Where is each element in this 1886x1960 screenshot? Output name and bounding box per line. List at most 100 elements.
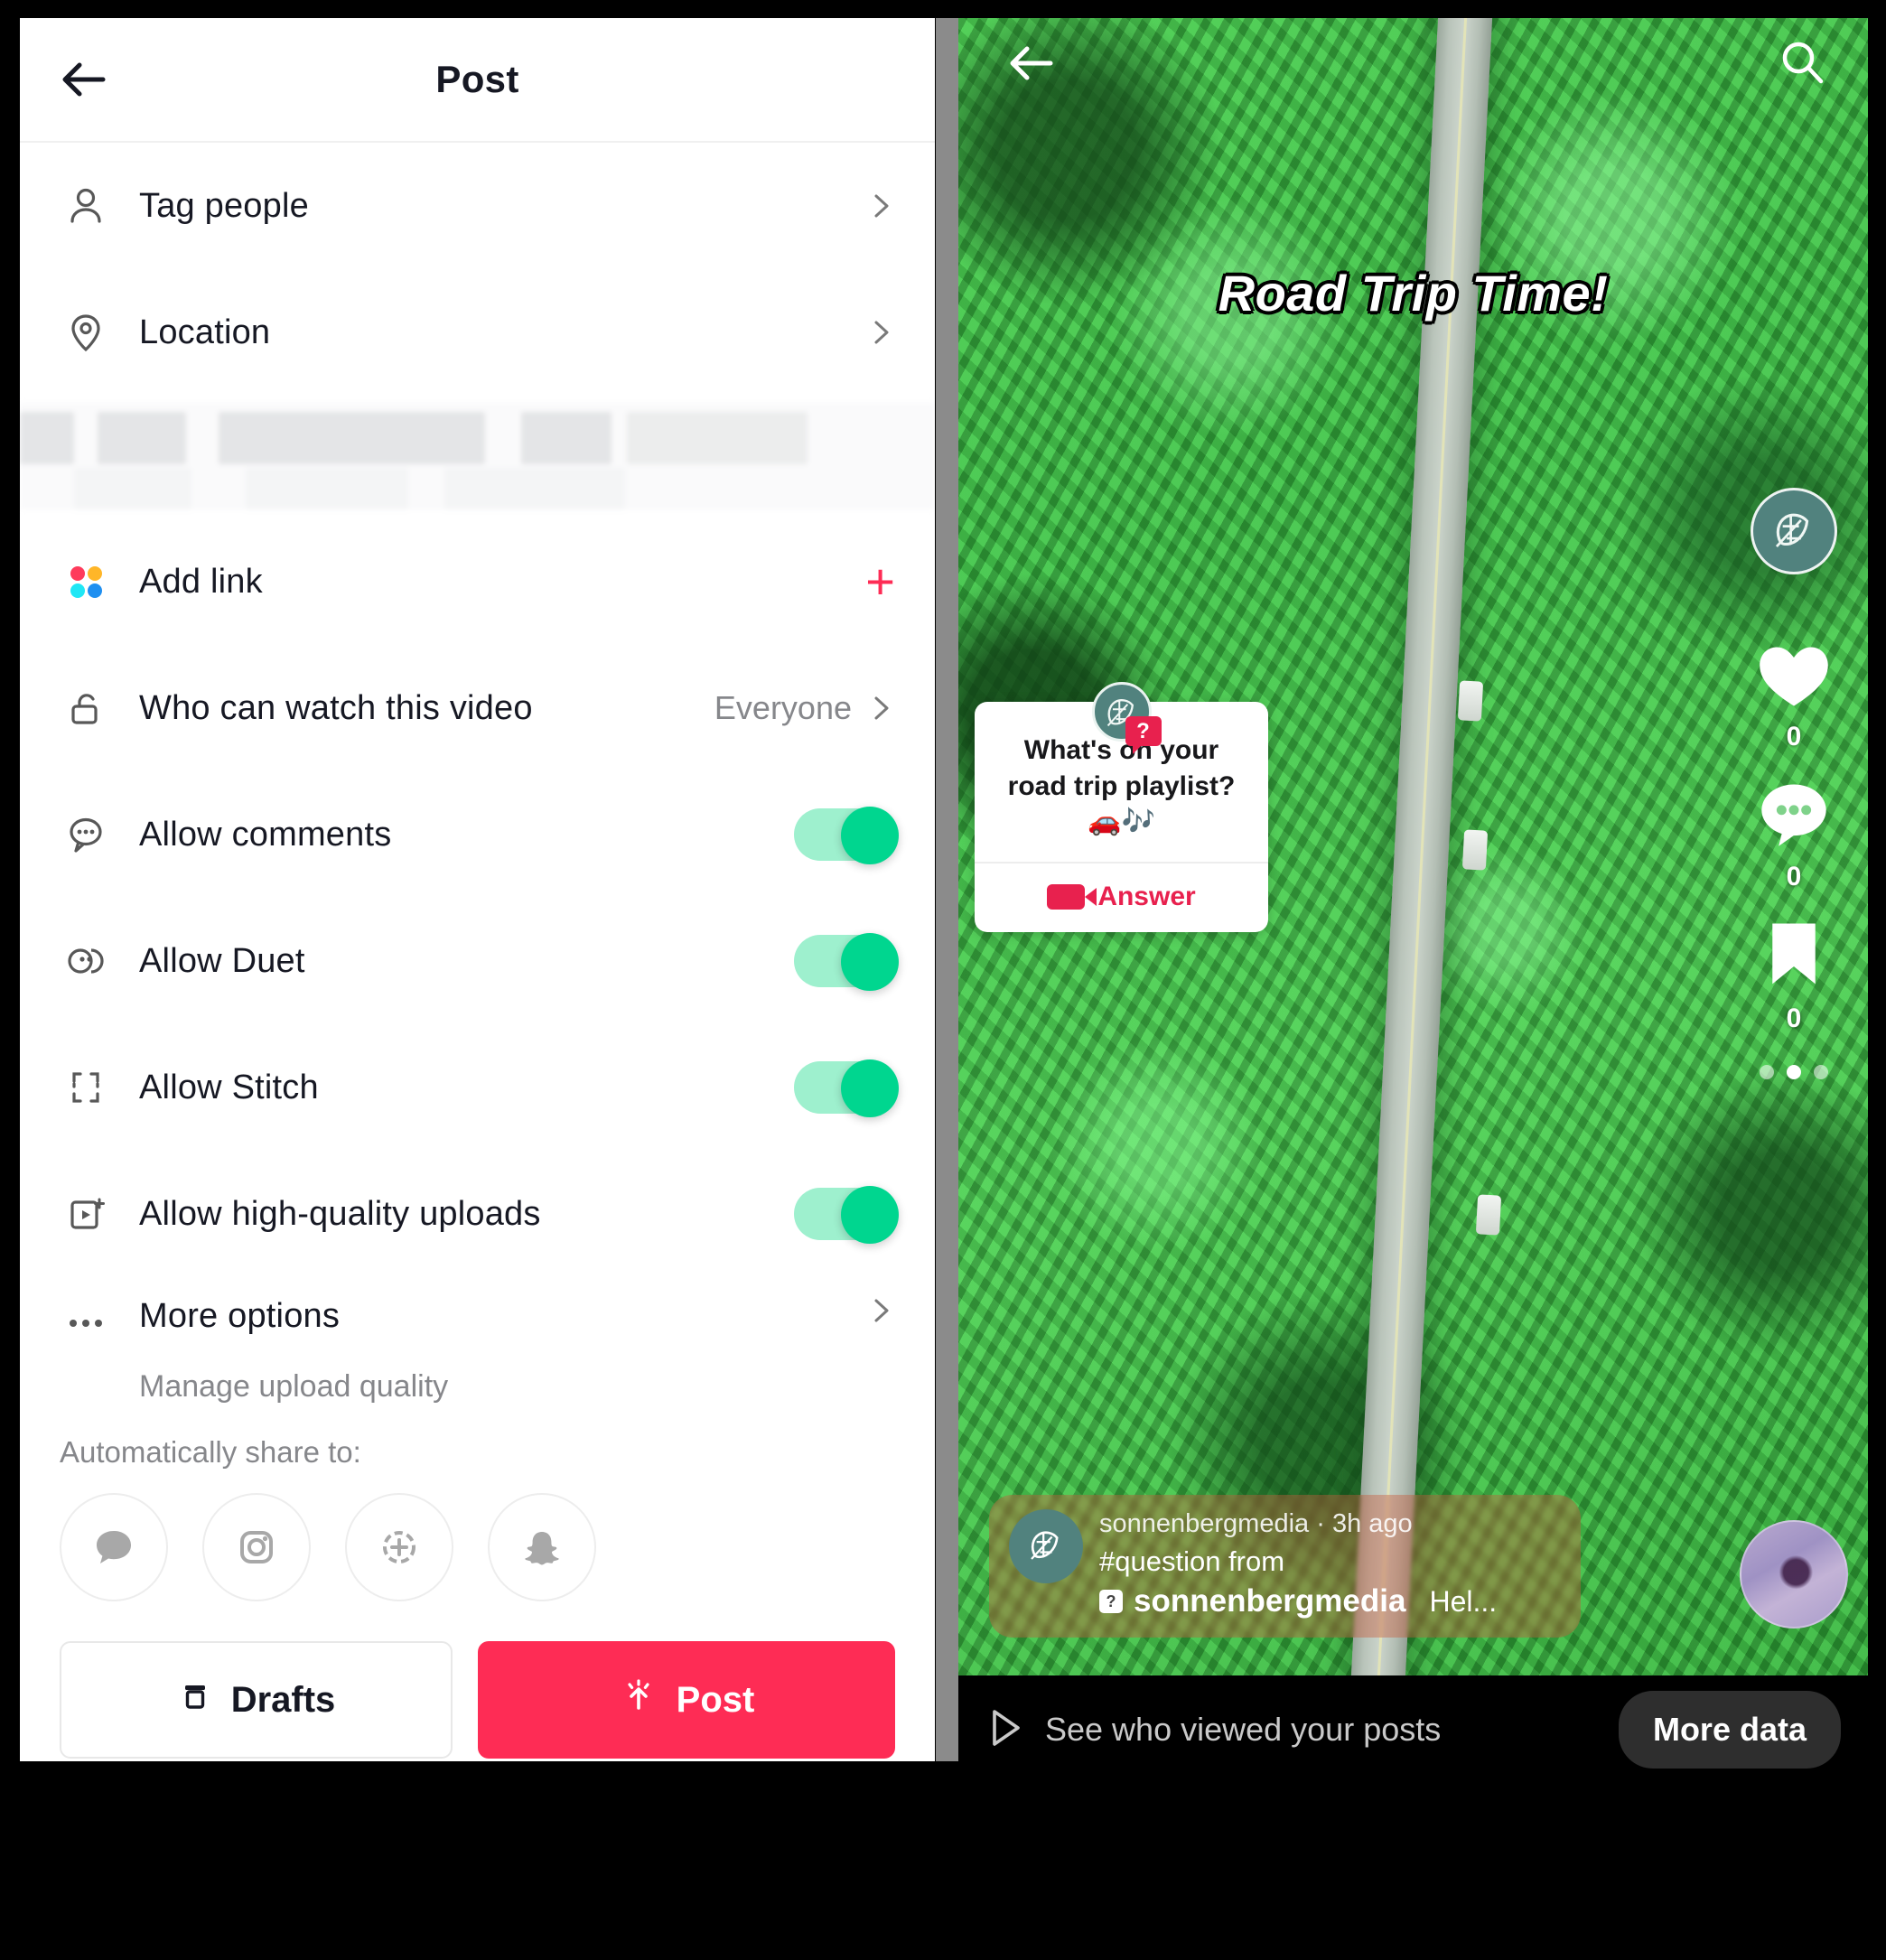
car-graphic xyxy=(1461,829,1489,871)
row-label: More options xyxy=(139,1297,341,1335)
four-dots-icon xyxy=(60,555,112,608)
toggle-allow-duet[interactable] xyxy=(794,933,899,991)
row-label: Who can watch this video xyxy=(139,688,533,727)
caption-avatar[interactable] xyxy=(1009,1509,1083,1584)
post-settings-panel: Post Tag people Location Add link + Who … xyxy=(20,18,935,1761)
comment-button[interactable]: 0 xyxy=(1731,778,1857,892)
pagination-dot[interactable] xyxy=(1760,1065,1774,1079)
chevron-right-icon xyxy=(868,319,895,346)
video-bottom-bar: See who viewed your posts More data xyxy=(958,1675,1868,1784)
row-allow-hq-uploads[interactable]: Allow high-quality uploads xyxy=(20,1151,935,1277)
instagram-icon[interactable] xyxy=(202,1493,311,1601)
duet-icon xyxy=(60,935,112,987)
search-icon[interactable] xyxy=(1776,36,1828,89)
unlock-icon xyxy=(60,682,112,734)
drafts-box-icon xyxy=(177,1677,213,1722)
like-button[interactable]: 0 xyxy=(1731,641,1857,752)
carousel-pagination xyxy=(1731,1065,1857,1079)
question-sticker[interactable]: ? What's on your road trip playlist? 🚗🎶 … xyxy=(975,682,1268,932)
comment-icon xyxy=(1761,784,1826,846)
more-options-subtitle: Manage upload quality xyxy=(139,1369,449,1404)
row-add-link[interactable]: Add link + xyxy=(20,518,935,645)
comment-count: 0 xyxy=(1786,862,1802,891)
answer-label: Answer xyxy=(1097,881,1196,911)
caption-meta: sonnenbergmedia · 3h ago xyxy=(1099,1509,1413,1539)
row-allow-duet[interactable]: Allow Duet xyxy=(20,898,935,1024)
post-upload-icon xyxy=(619,1675,658,1724)
snapchat-icon[interactable] xyxy=(488,1493,596,1601)
hq-upload-icon xyxy=(60,1188,112,1240)
video-headline-text: Road Trip Time! xyxy=(1218,265,1609,322)
leaf-logo-icon xyxy=(1018,1517,1074,1577)
auto-share-icons xyxy=(20,1470,935,1601)
settings-rows: Tag people Location Add link + Who can w… xyxy=(20,143,935,1759)
action-bar: Drafts Post xyxy=(20,1601,935,1759)
panel-scrollbar[interactable] xyxy=(936,18,958,1761)
video-action-rail: 0 0 0 xyxy=(1731,488,1857,1079)
video-camera-icon xyxy=(1047,883,1097,910)
row-label: Allow comments xyxy=(139,815,392,854)
chevron-right-icon xyxy=(868,695,895,722)
car-graphic xyxy=(1457,680,1483,722)
pagination-dot-active[interactable] xyxy=(1787,1065,1801,1079)
bookmark-count: 0 xyxy=(1786,1003,1802,1033)
page-title: Post xyxy=(435,58,519,100)
row-label: Allow high-quality uploads xyxy=(139,1194,541,1233)
redacted-caption-area xyxy=(20,403,935,509)
bookmark-button[interactable]: 0 xyxy=(1731,918,1857,1034)
question-sticker-icon: ? xyxy=(1099,1590,1123,1613)
toggle-allow-hq-uploads[interactable] xyxy=(794,1186,899,1244)
see-who-viewed-text: See who viewed your posts xyxy=(1045,1711,1442,1748)
bookmark-icon xyxy=(1772,923,1816,985)
instagram-story-icon[interactable] xyxy=(345,1493,453,1601)
more-data-button[interactable]: More data xyxy=(1618,1691,1841,1769)
caption-hashtag[interactable]: #question from xyxy=(1099,1545,1561,1580)
caption-from-row: ? sonnenbergmedia Hel... xyxy=(1099,1583,1561,1619)
row-location[interactable]: Location xyxy=(20,269,935,396)
drafts-label: Drafts xyxy=(230,1679,336,1720)
caption-trailing-text: Hel... xyxy=(1429,1584,1498,1618)
messages-icon[interactable] xyxy=(60,1493,168,1601)
profile-thumbnail-avatar[interactable] xyxy=(1740,1520,1848,1629)
location-pin-icon xyxy=(60,306,112,359)
play-triangle-icon xyxy=(985,1706,1025,1754)
row-label: Location xyxy=(139,313,271,351)
panel-header: Post xyxy=(20,18,935,143)
row-more-options[interactable]: More options xyxy=(20,1277,935,1377)
auto-share-label: Automatically share to: xyxy=(60,1435,361,1469)
row-who-can-watch[interactable]: Who can watch this video Everyone xyxy=(20,645,935,771)
question-mark-badge-icon: ? xyxy=(1125,716,1162,754)
row-allow-comments[interactable]: Allow comments xyxy=(20,771,935,898)
chevron-right-icon xyxy=(868,1297,895,1324)
privacy-value: Everyone xyxy=(714,689,852,726)
see-who-viewed-row[interactable]: See who viewed your posts xyxy=(985,1706,1619,1754)
stitch-icon xyxy=(60,1061,112,1114)
row-allow-stitch[interactable]: Allow Stitch xyxy=(20,1024,935,1151)
like-count: 0 xyxy=(1786,722,1802,751)
post-button[interactable]: Post xyxy=(478,1641,895,1759)
row-label: Allow Duet xyxy=(139,941,305,980)
row-tag-people[interactable]: Tag people xyxy=(20,143,935,269)
video-preview-panel: Road Trip Time! ? What's on your road tr… xyxy=(958,18,1868,1675)
back-arrow-icon[interactable] xyxy=(58,54,108,105)
row-label: Tag people xyxy=(139,186,309,225)
person-icon xyxy=(60,180,112,232)
video-caption-pill[interactable]: sonnenbergmedia · 3h ago #question from … xyxy=(989,1495,1581,1638)
ellipsis-icon xyxy=(60,1297,112,1349)
car-graphic xyxy=(1475,1194,1502,1236)
comment-bubble-icon xyxy=(60,808,112,861)
caption-from-username[interactable]: sonnenbergmedia xyxy=(1134,1583,1405,1619)
toggle-allow-stitch[interactable] xyxy=(794,1059,899,1117)
plus-icon[interactable]: + xyxy=(865,556,895,607)
post-label: Post xyxy=(676,1679,755,1720)
video-back-arrow-icon[interactable] xyxy=(1005,38,1056,89)
answer-button[interactable]: Answer xyxy=(975,861,1268,932)
chevron-right-icon xyxy=(868,192,895,219)
row-label: Allow Stitch xyxy=(139,1068,319,1106)
screen: Post Tag people Location Add link + Who … xyxy=(0,0,1886,1960)
rail-profile-avatar[interactable] xyxy=(1751,488,1837,574)
pagination-dot[interactable] xyxy=(1814,1065,1828,1079)
toggle-allow-comments[interactable] xyxy=(794,807,899,864)
drafts-button[interactable]: Drafts xyxy=(60,1641,453,1759)
row-label: Add link xyxy=(139,562,263,601)
